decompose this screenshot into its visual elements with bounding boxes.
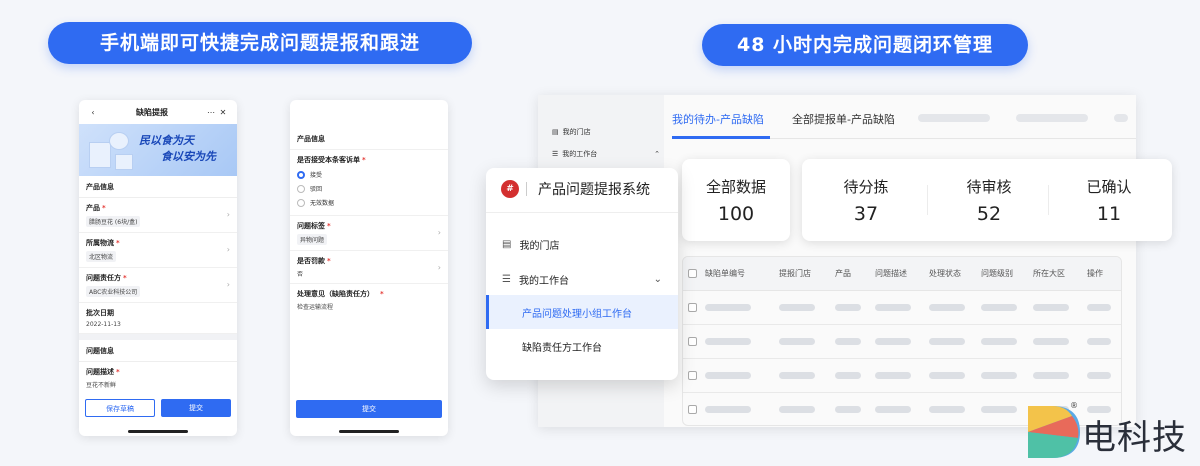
section-issue-info: 问题信息	[79, 340, 237, 362]
tab-my-todo[interactable]: 我的待办-产品缺陷	[672, 111, 764, 127]
radio-reject[interactable]: 驳回	[297, 184, 441, 193]
select-all-checkbox[interactable]	[688, 269, 697, 278]
phone-title: 缺陷提报	[136, 107, 168, 117]
system-title: 产品问题提报系统	[538, 182, 650, 198]
stat-card-group: 待分拣 37 待审核 52 已确认 11	[802, 159, 1172, 241]
phone-header: ‹ 缺陷提报 ⋯ ✕	[79, 100, 237, 124]
tab-all-reports[interactable]: 全部提报单-产品缺陷	[792, 111, 895, 127]
table-header: 缺陷单编号 提报门店 产品 问题描述 处理状态 问题级别 所在大区 操作	[683, 257, 1121, 291]
table-row[interactable]	[683, 359, 1121, 393]
column-header: 缺陷单编号	[705, 269, 745, 278]
column-header: 提报门店	[779, 269, 811, 278]
field-accept: 是否接受本条客诉单 * 接受 驳回 无效数据	[290, 150, 448, 216]
home-indicator	[339, 430, 399, 433]
stat-value: 100	[717, 203, 755, 225]
slogan-banner: 民以食为天 食以安为先	[79, 124, 237, 176]
field-penalty-value: 否	[297, 271, 304, 278]
submit-button[interactable]: 提交	[161, 399, 231, 417]
phone-review-form: 产品信息 是否接受本条客诉单 * 接受 驳回 无效数据 问题标签 * 异物问题 › …	[290, 100, 448, 436]
sidebar-item-my-store[interactable]: ▤ 我的门店	[552, 127, 591, 137]
stat-confirmed[interactable]: 已确认 11	[1063, 159, 1155, 225]
desktop-tabs: 我的待办-产品缺陷 全部提报单-产品缺陷	[672, 95, 1136, 139]
chevron-up-icon: ⌃	[654, 150, 660, 158]
home-indicator	[128, 430, 188, 433]
field-penalty[interactable]: 是否罚款 * 否 ›	[290, 251, 448, 284]
field-issue-desc-value: 豆花不新鲜	[86, 382, 117, 389]
table-row[interactable]	[683, 291, 1121, 325]
radio-invalid[interactable]: 无效数据	[297, 198, 441, 207]
field-issue-desc[interactable]: 问题描述 * 豆花不新鲜	[79, 362, 237, 394]
section-product-info: 产品信息	[290, 128, 448, 150]
field-product-value: 腊肠豆花 (6块/盒)	[86, 216, 141, 227]
app-logo-icon: #	[501, 180, 519, 198]
radio-accept[interactable]: 接受	[297, 170, 441, 179]
section-product-info: 产品信息	[79, 176, 237, 198]
column-header: 产品	[835, 269, 851, 278]
field-product[interactable]: 产品 * 腊肠豆花 (6块/盒) ›	[79, 198, 237, 233]
chevron-down-icon: ⌄	[653, 273, 662, 285]
save-draft-button[interactable]: 保存草稿	[85, 399, 155, 417]
headline-left: 手机端即可快捷完成问题提报和跟进	[48, 22, 472, 64]
field-batch-date-value: 2022-11-13	[86, 321, 121, 328]
back-icon[interactable]: ‹	[87, 108, 99, 117]
stat-card-total[interactable]: 全部数据 100	[682, 159, 790, 241]
list-icon: ☰	[552, 150, 559, 158]
field-opinion-value: 检查运输流程	[297, 304, 334, 311]
field-logistics[interactable]: 所属物流 * 北区物流 ›	[79, 233, 237, 268]
row-checkbox[interactable]	[688, 303, 697, 312]
chevron-right-icon: ›	[226, 210, 230, 219]
menu-item-my-store[interactable]: ▤ 我的门店	[486, 227, 678, 261]
chevron-right-icon: ›	[226, 280, 230, 289]
table-row[interactable]	[683, 325, 1121, 359]
column-header: 所在大区	[1033, 269, 1065, 278]
file-icon: ▤	[502, 238, 512, 250]
file-icon: ▤	[552, 128, 559, 136]
menu-item-responsible-workbench[interactable]: 缺陷责任方工作台	[486, 329, 678, 363]
brand-logo-icon	[1028, 406, 1080, 458]
registered-mark: ®	[1070, 401, 1078, 410]
phone-report-form: ‹ 缺陷提报 ⋯ ✕ 民以食为天 食以安为先 产品信息 产品 * 腊肠豆花 (6块…	[79, 100, 237, 436]
list-icon: ☰	[502, 273, 511, 285]
row-checkbox[interactable]	[688, 371, 697, 380]
menu-item-my-workbench[interactable]: ☰ 我的工作台 ⌄	[486, 262, 678, 296]
field-issue-tag-value: 异物问题	[297, 234, 328, 245]
column-header: 问题级别	[981, 269, 1013, 278]
sidebar-item-my-workbench[interactable]: ☰ 我的工作台 ⌃	[552, 149, 660, 159]
column-header: 处理状态	[929, 269, 961, 278]
chevron-right-icon: ›	[226, 245, 230, 254]
brand-watermark-text: 电科技	[1082, 418, 1187, 458]
chevron-right-icon: ›	[437, 228, 441, 237]
field-opinion[interactable]: 处理意见（缺陷责任方） * 检查运输流程	[290, 284, 448, 316]
field-logistics-value: 北区物流	[86, 251, 117, 262]
stat-pending-review[interactable]: 待审核 52	[943, 159, 1035, 225]
more-icon[interactable]: ⋯	[205, 108, 217, 117]
field-responsible-value: ABC农业科技公司	[86, 286, 141, 297]
column-header: 问题描述	[875, 269, 907, 278]
chevron-right-icon: ›	[437, 263, 441, 272]
row-checkbox[interactable]	[688, 337, 697, 346]
banner-line1: 民以食为天	[139, 134, 194, 147]
field-responsible[interactable]: 问题责任方 * ABC农业科技公司 ›	[79, 268, 237, 303]
menu-item-product-workbench[interactable]: 产品问题处理小组工作台	[486, 295, 678, 329]
stat-pending-sort[interactable]: 待分拣 37	[820, 159, 912, 225]
submit-button[interactable]: 提交	[296, 400, 442, 418]
field-issue-tag[interactable]: 问题标签 * 异物问题 ›	[290, 216, 448, 251]
column-header: 操作	[1087, 269, 1103, 278]
stat-label: 全部数据	[705, 178, 766, 196]
system-menu-card: # 产品问题提报系统 ▤ 我的门店 ☰ 我的工作台 ⌄ 产品问题处理小组工作台 …	[486, 168, 678, 380]
banner-line2: 食以安为先	[161, 150, 216, 163]
defect-table: 缺陷单编号 提报门店 产品 问题描述 处理状态 问题级别 所在大区 操作	[682, 256, 1122, 426]
close-icon[interactable]: ✕	[217, 108, 229, 117]
field-batch-date[interactable]: 批次日期 2022-11-13	[79, 303, 237, 334]
row-checkbox[interactable]	[688, 405, 697, 414]
headline-right: 48 小时内完成问题闭环管理	[702, 24, 1028, 66]
